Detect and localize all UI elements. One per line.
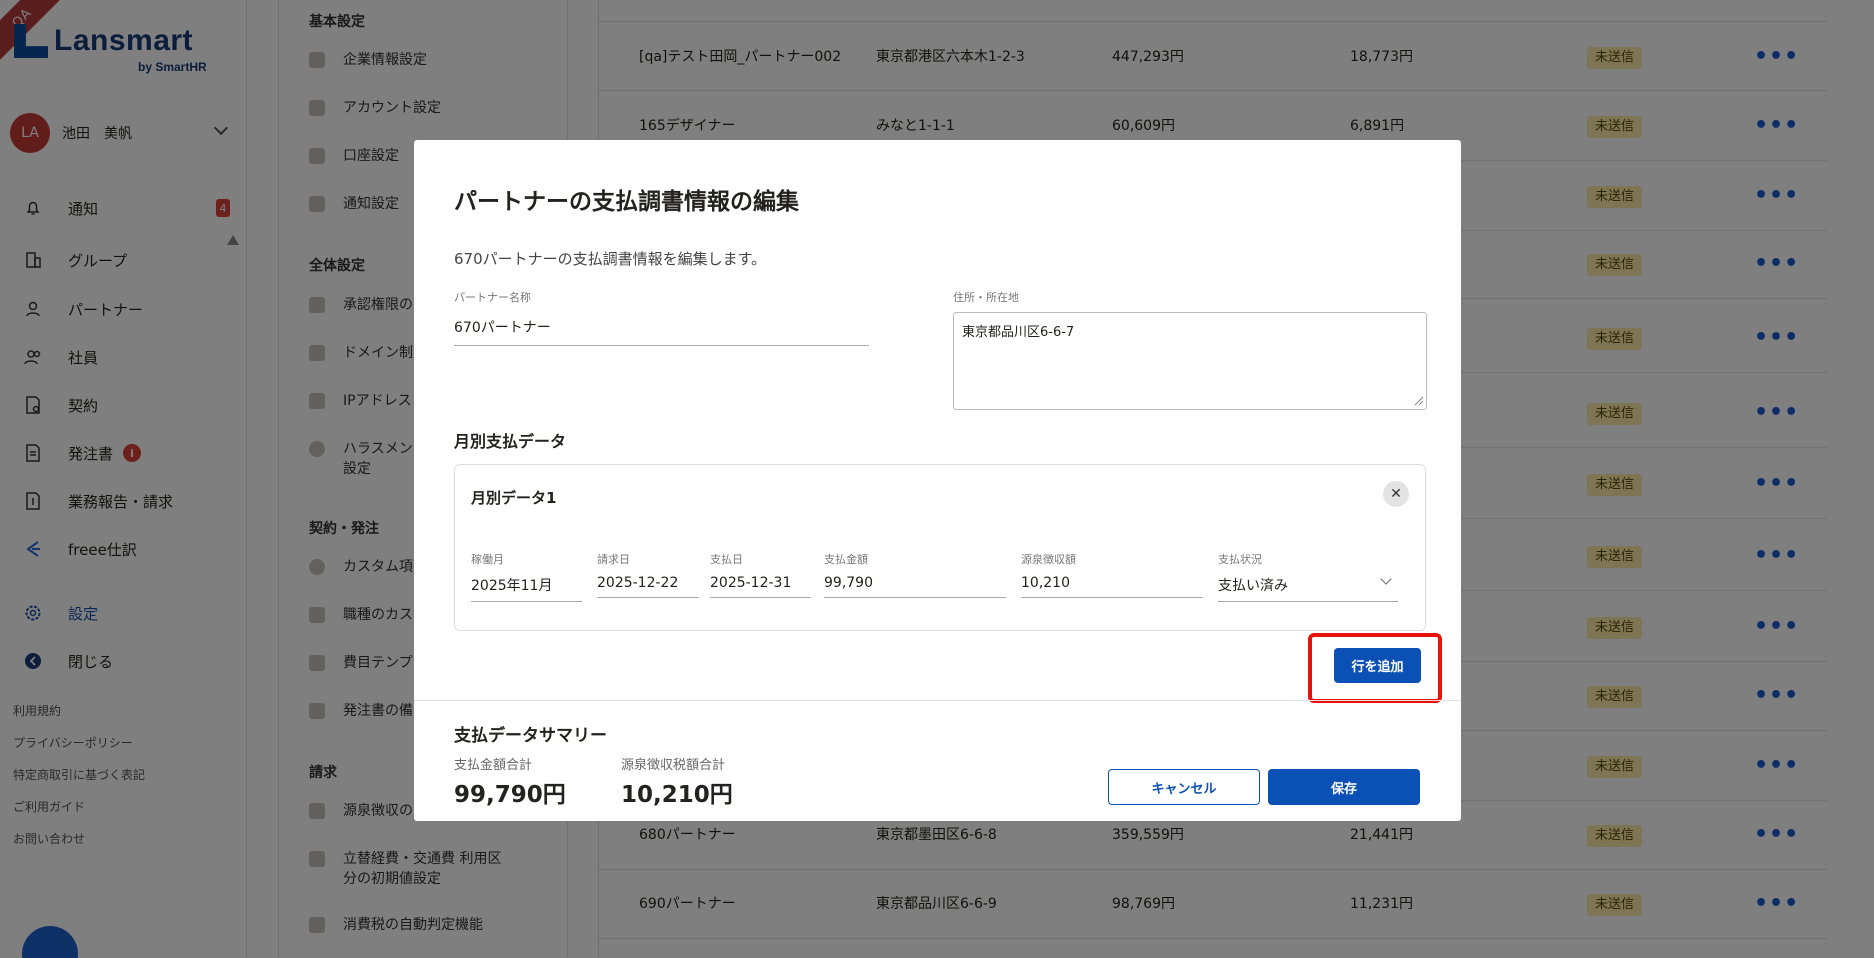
work-month-field[interactable]: 稼働月 2025年11月 [471,551,582,602]
save-button[interactable]: 保存 [1268,769,1420,805]
invoice-date-input[interactable]: 2025-12-22 [597,575,699,598]
dialog-description: 670パートナーの支払調書情報を編集します。 [454,250,767,268]
withholding-field[interactable]: 源泉徴収額 10,210 [1021,551,1203,598]
total-amount-summary: 支払金額合計 99,790円 [454,754,566,809]
invoice-date-field[interactable]: 請求日 2025-12-22 [597,551,699,598]
edit-payment-record-dialog: パートナーの支払調書情報の編集 670パートナーの支払調書情報を編集します。 パ… [414,140,1461,821]
divider [414,700,1461,701]
partner-name-label: パートナー名称 [454,291,531,304]
total-amount-label: 支払金額合計 [454,758,533,773]
payment-date-input[interactable]: 2025-12-31 [710,575,811,598]
payment-status-label: 支払状況 [1218,553,1262,566]
monthly-section-title: 月別支払データ [454,432,567,451]
highlight-annotation [1308,633,1442,703]
payment-date-label: 支払日 [710,553,743,566]
work-month-label: 稼働月 [471,553,504,566]
close-icon[interactable]: ✕ [1383,481,1409,507]
card-title: 月別データ1 [471,489,557,507]
total-tax-label: 源泉徴収税額合計 [621,758,726,773]
summary-title: 支払データサマリー [454,726,607,746]
partner-name-field[interactable]: パートナー名称 670パートナー [454,289,869,346]
monthly-data-card: 月別データ1 ✕ 稼働月 2025年11月 請求日 2025-12-22 支払日… [454,464,1426,631]
invoice-date-label: 請求日 [597,553,630,566]
address-textarea[interactable]: 東京都品川区6-6-7 [953,312,1427,410]
address-label: 住所・所在地 [953,291,1019,304]
payment-amount-label: 支払金額 [824,553,868,566]
work-month-input[interactable]: 2025年11月 [471,575,582,602]
payment-amount-input[interactable]: 99,790 [824,575,1006,598]
payment-amount-field[interactable]: 支払金額 99,790 [824,551,1006,598]
dialog-title: パートナーの支払調書情報の編集 [454,189,799,215]
withholding-input[interactable]: 10,210 [1021,575,1203,598]
total-tax-value: 10,210円 [621,782,733,808]
resize-handle-icon[interactable] [1414,396,1424,406]
partner-name-input[interactable]: 670パートナー [454,317,869,346]
payment-status-select[interactable]: 支払い済み [1218,575,1398,602]
payment-status-field[interactable]: 支払状況 支払い済み [1218,551,1398,602]
payment-date-field[interactable]: 支払日 2025-12-31 [710,551,811,598]
withholding-label: 源泉徴収額 [1021,553,1076,566]
cancel-button[interactable]: キャンセル [1108,769,1260,805]
total-amount-value: 99,790円 [454,782,566,808]
total-tax-summary: 源泉徴収税額合計 10,210円 [621,754,733,809]
